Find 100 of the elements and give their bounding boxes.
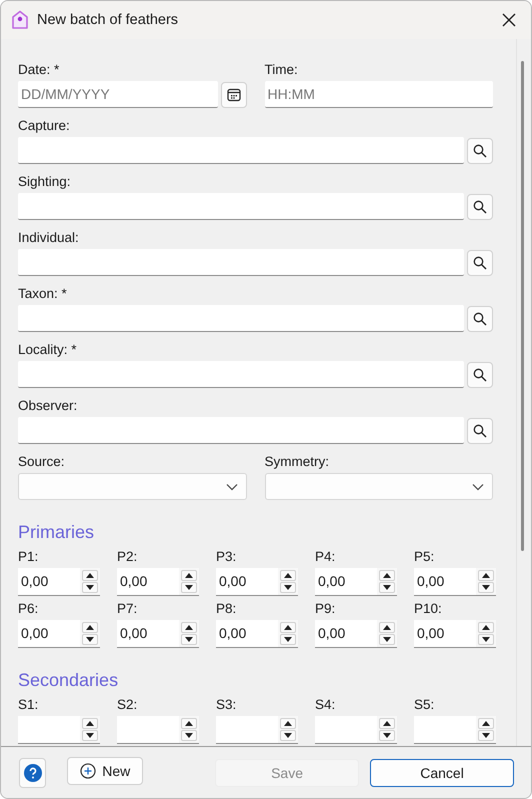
number-field[interactable]: 0,00 [414,620,476,647]
decrement-button[interactable] [181,730,197,741]
field-label: P3: [216,548,236,566]
increment-button[interactable] [379,718,395,729]
decrement-button[interactable] [82,582,98,593]
decrement-button[interactable] [181,634,197,645]
decrement-button[interactable] [379,634,395,645]
decrement-button[interactable] [379,582,395,593]
down-triangle-icon [383,733,391,738]
decrement-button[interactable] [280,634,296,645]
section-heading: Primaries [18,522,94,543]
search-button[interactable] [467,138,493,164]
number-field[interactable] [117,716,179,743]
input-field[interactable] [18,137,464,164]
input-field[interactable] [18,305,464,332]
down-triangle-icon [86,585,94,590]
field-label: Observer: [18,397,78,415]
decrement-button[interactable] [82,634,98,645]
increment-button[interactable] [478,622,494,633]
decrement-button[interactable] [478,634,494,645]
decrement-button[interactable] [280,730,296,741]
chevron-down-icon [226,482,238,490]
increment-button[interactable] [478,570,494,581]
increment-button[interactable] [478,718,494,729]
up-triangle-icon [482,625,490,630]
number-field[interactable] [414,716,476,743]
field-label: P1: [18,548,38,566]
increment-button[interactable] [82,622,98,633]
search-button[interactable] [467,194,493,220]
input-field[interactable] [18,417,464,444]
down-triangle-icon [482,733,490,738]
calendar-button[interactable] [220,82,246,108]
increment-button[interactable] [181,622,197,633]
increment-button[interactable] [82,570,98,581]
field-label: S3: [216,696,236,714]
decrement-button[interactable] [379,730,395,741]
search-icon [473,312,487,326]
increment-button[interactable] [280,622,296,633]
search-button[interactable] [467,418,493,444]
search-button[interactable] [467,306,493,332]
number-field[interactable]: 0,00 [117,620,179,647]
down-triangle-icon [284,637,292,642]
help-icon [24,764,42,782]
input-field[interactable] [18,361,464,388]
search-icon [473,368,487,382]
date-field[interactable]: DD/MM/YYYY [18,81,218,108]
dialog-button[interactable]: Cancel [370,758,514,786]
close-icon [502,13,516,27]
number-field[interactable]: 0,00 [216,620,278,647]
down-triangle-icon [284,733,292,738]
number-field[interactable]: 0,00 [414,568,476,595]
number-field[interactable]: 0,00 [216,568,278,595]
decrement-button[interactable] [478,582,494,593]
increment-button[interactable] [82,718,98,729]
down-triangle-icon [482,637,490,642]
number-field[interactable] [315,716,377,743]
decrement-button[interactable] [280,582,296,593]
increment-button[interactable] [280,570,296,581]
number-field[interactable] [216,716,278,743]
decrement-button[interactable] [82,730,98,741]
number-field[interactable]: 0,00 [18,568,80,595]
increment-button[interactable] [181,570,197,581]
down-triangle-icon [86,637,94,642]
search-button[interactable] [467,362,493,388]
number-field[interactable]: 0,00 [315,620,377,647]
help-button[interactable] [19,758,46,788]
input-field[interactable] [18,193,464,220]
down-triangle-icon [284,585,292,590]
field-label: S1: [18,696,38,714]
field-label: S5: [414,696,434,714]
up-triangle-icon [284,721,292,726]
decrement-button[interactable] [478,730,494,741]
increment-button[interactable] [280,718,296,729]
window-title: New batch of feathers [37,12,180,28]
field-label: P4: [315,548,336,566]
number-field[interactable]: 0,00 [315,568,377,595]
field-label: Taxon: * [18,285,67,303]
up-triangle-icon [383,573,391,578]
time-field[interactable]: HH:MM [264,81,493,108]
field-label: P7: [117,600,138,618]
plus-circle-icon [80,763,96,779]
down-triangle-icon [185,733,193,738]
field-label: Symmetry: [264,453,330,471]
new-button[interactable]: New [67,757,144,785]
increment-button[interactable] [379,570,395,581]
number-field[interactable]: 0,00 [18,620,80,647]
down-triangle-icon [383,585,391,590]
increment-button[interactable] [379,622,395,633]
number-field[interactable] [18,716,80,743]
search-icon [473,424,487,438]
search-button[interactable] [467,250,493,276]
down-triangle-icon [185,637,193,642]
number-field[interactable]: 0,00 [117,568,179,595]
input-field[interactable] [18,249,464,276]
increment-button[interactable] [181,718,197,729]
up-triangle-icon [284,625,292,630]
decrement-button[interactable] [181,582,197,593]
down-triangle-icon [86,733,94,738]
up-triangle-icon [86,721,94,726]
search-icon [473,256,487,270]
